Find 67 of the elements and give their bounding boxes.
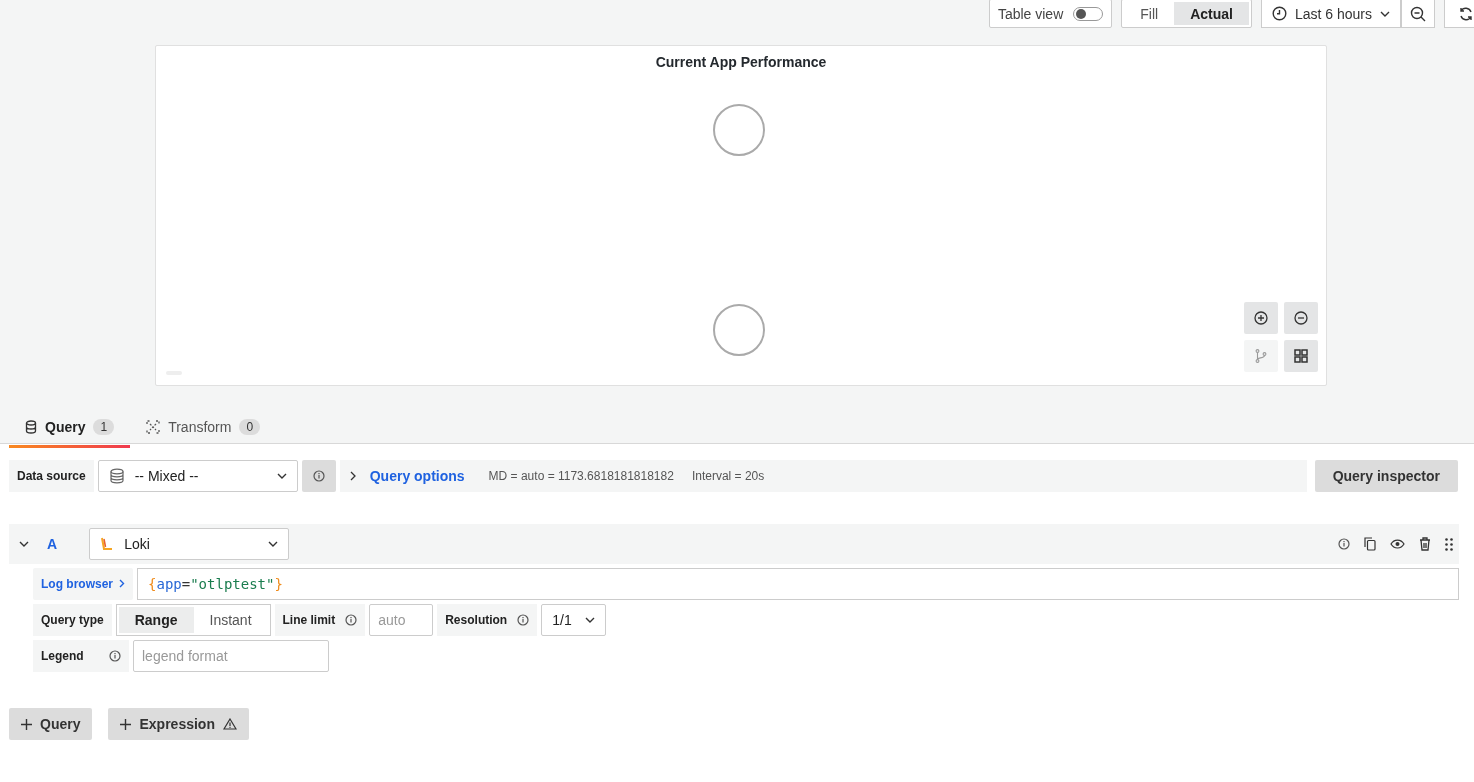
query-editor[interactable]: {app="otlptest"} — [137, 568, 1459, 600]
zoom-out-icon — [1410, 5, 1426, 22]
data-source-select[interactable]: -- Mixed -- — [97, 460, 298, 492]
logo-icon — [100, 536, 115, 552]
transform-icon — [146, 419, 161, 434]
info-icon — [345, 614, 358, 626]
resolution-select[interactable]: 1/1 — [541, 604, 607, 636]
chevron-icon — [119, 579, 125, 588]
view-mode-button[interactable]: Fill — [1124, 2, 1175, 25]
max-data-points-text: MD = auto = 1173.6818181818182 — [488, 469, 674, 483]
help-icon — [1338, 538, 1350, 550]
editor-tab[interactable]: Transform 0 — [130, 408, 277, 448]
database-icon — [25, 419, 37, 434]
legend-label: Legend — [41, 649, 84, 663]
add-button[interactable]: Expression — [108, 708, 249, 740]
chevron-icon — [349, 471, 356, 481]
zoom-out-icon — [1294, 311, 1308, 325]
query-type-option[interactable]: Range — [118, 607, 194, 633]
help-button[interactable] — [301, 460, 336, 492]
graph-node[interactable] — [713, 304, 765, 356]
caret-icon — [268, 541, 279, 547]
collapse-icon[interactable] — [19, 541, 29, 547]
database-icon — [108, 468, 125, 484]
zoom-in-button[interactable] — [1244, 302, 1278, 334]
add-button[interactable]: Query — [9, 708, 93, 740]
line-limit-label: Line limit — [282, 613, 336, 627]
zoom-in-icon — [1254, 311, 1268, 325]
caret-icon — [276, 473, 287, 479]
graph-node[interactable] — [713, 104, 765, 156]
layout-button[interactable] — [1284, 340, 1318, 372]
eye-icon[interactable] — [1390, 539, 1405, 549]
trash-icon[interactable] — [1419, 537, 1431, 551]
line-limit-input[interactable]: auto — [369, 604, 434, 636]
query-type-option[interactable]: Instant — [193, 607, 268, 633]
refresh-icon — [1458, 5, 1474, 22]
view-mode-button[interactable]: Actual — [1174, 2, 1249, 25]
clock-icon — [1271, 6, 1287, 21]
grid-icon — [1294, 349, 1308, 363]
count-badge: 0 — [239, 418, 261, 435]
panel-title: Current App Performance — [655, 53, 827, 70]
datasource-picker[interactable]: Loki — [89, 528, 290, 560]
caret-icon — [1380, 10, 1390, 17]
resolution-label: Resolution — [445, 613, 508, 627]
branch-icon — [1255, 349, 1267, 363]
table-view-label: Table view — [997, 5, 1064, 22]
plus-icon — [120, 718, 132, 730]
time-range-picker[interactable]: Last 6 hours — [1260, 0, 1401, 28]
info-icon — [109, 650, 121, 662]
zoom-out-button[interactable] — [1401, 0, 1435, 28]
editor-tab[interactable]: Query 1 — [9, 408, 131, 448]
interval-text: Interval = 20s — [691, 469, 765, 483]
info-icon — [517, 614, 530, 626]
query-options-toggle[interactable]: Query options — [349, 468, 465, 484]
caret-icon — [585, 617, 596, 623]
query-inspector-button[interactable]: Query inspector — [1314, 460, 1458, 492]
legend-input[interactable]: legend format — [133, 640, 329, 672]
plus-icon — [21, 718, 32, 730]
zoom-out-button[interactable] — [1284, 302, 1318, 334]
log-browser-button[interactable]: Log browser — [33, 568, 133, 600]
warning-icon — [222, 718, 237, 730]
drag-handle-icon[interactable] — [1445, 537, 1453, 551]
query-ref-id: A — [47, 536, 58, 552]
data-source-label: Data source — [9, 460, 94, 492]
help-icon — [312, 470, 325, 482]
count-badge: 1 — [93, 418, 115, 435]
query-type-label: Query type — [33, 604, 112, 636]
copy-icon[interactable] — [1364, 537, 1376, 551]
